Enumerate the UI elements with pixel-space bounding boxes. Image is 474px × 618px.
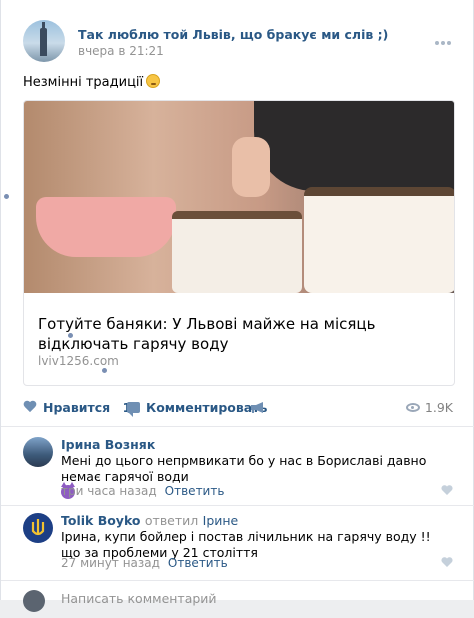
reply-button[interactable]: Ответить (165, 484, 225, 498)
megaphone-share-icon (251, 402, 263, 413)
link-preview-image[interactable] (24, 101, 454, 293)
attachment-marker-icon (67, 332, 74, 339)
comment-author-link[interactable]: Tolik Boyko (61, 513, 141, 528)
trident-icon (31, 519, 45, 536)
views-count: 1.9K (424, 400, 453, 415)
post-card: Так люблю той Львів, що бракує ми слів ;… (0, 0, 474, 612)
eye-icon (405, 403, 420, 412)
post-header: Так люблю той Львів, що бракує ми слів ;… (23, 20, 453, 64)
reply-button[interactable]: Ответить (168, 556, 228, 570)
post-time-link[interactable]: вчера в 21:21 (78, 44, 164, 58)
reply-to-link[interactable]: Ірине (203, 513, 239, 528)
image-pot-shape (172, 211, 302, 293)
post-text-content: Незмінні традиції (23, 75, 144, 90)
image-pot-shape-2 (304, 187, 454, 293)
image-person-shape (254, 101, 454, 191)
divider (1, 426, 474, 427)
like-label: Нравится (43, 400, 111, 415)
divider (1, 580, 474, 581)
link-attachment[interactable]: Готуйте баняки: У Львові майже на місяць… (23, 100, 455, 386)
commenter-avatar[interactable] (23, 437, 53, 467)
link-title[interactable]: Готуйте баняки: У Львові майже на місяць… (38, 314, 442, 354)
worried-face-emoji-icon (146, 74, 161, 88)
attachment-marker-icon (3, 193, 10, 200)
current-user-avatar (23, 590, 45, 612)
group-avatar[interactable] (23, 20, 65, 62)
write-comment-input[interactable]: Написать комментарий (61, 591, 217, 606)
comment-item: Ірина Возняк Мені до цього непрмвикати б… (23, 437, 453, 499)
comment-label: Комментировать (146, 400, 268, 415)
avatar-tower (40, 28, 47, 56)
post-text: Незмінні традиції (23, 74, 161, 90)
like-button[interactable]: Нравится 18 (23, 400, 140, 415)
heart-icon (23, 401, 37, 413)
comment-meta: 27 минут назад Ответить (61, 556, 228, 570)
divider (1, 505, 474, 506)
replied-word: ответил (144, 513, 199, 528)
image-tub-shape (36, 197, 176, 257)
comment-author: Tolik Boyko ответил Ірине (61, 513, 238, 528)
comment-item: Tolik Boyko ответил Ірине Ірина, купи бо… (23, 513, 453, 573)
post-actions: Нравится 18 Комментировать 1.9K (23, 398, 453, 418)
views-counter: 1.9K (405, 400, 453, 415)
comment-like-heart-icon[interactable] (441, 557, 453, 567)
write-comment-row: Написать комментарий (23, 588, 453, 618)
more-options-icon[interactable] (435, 30, 453, 45)
comment-author[interactable]: Ірина Возняк (61, 437, 155, 452)
group-name-link[interactable]: Так люблю той Львів, що бракує ми слів ;… (78, 27, 388, 42)
share-button[interactable] (251, 400, 265, 415)
link-source[interactable]: lviv1256.com (38, 354, 119, 368)
comment-text-content: Мені до цього непрмвикати бо у нас в Бор… (61, 453, 427, 484)
comment-icon (127, 402, 140, 417)
comment-button[interactable]: Комментировать (127, 400, 268, 417)
comment-meta: три часа назад Ответить (61, 484, 224, 498)
comment-like-heart-icon[interactable] (441, 485, 453, 495)
attachment-marker-icon (101, 367, 108, 374)
comment-time[interactable]: 27 минут назад (61, 556, 160, 570)
commenter-avatar[interactable] (23, 513, 53, 543)
image-hand-shape (232, 137, 270, 197)
comment-time[interactable]: три часа назад (61, 484, 157, 498)
